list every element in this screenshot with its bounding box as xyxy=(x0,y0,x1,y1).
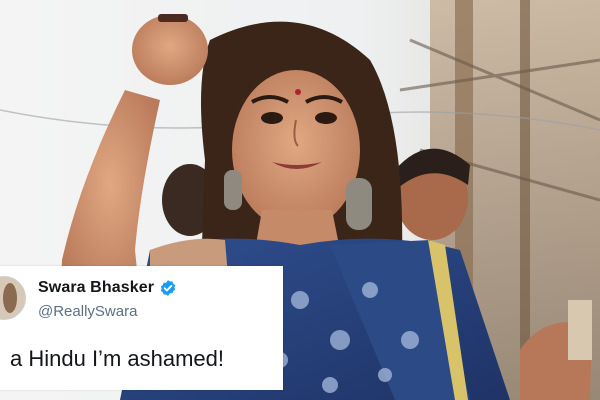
tweet-author-name[interactable]: Swara Bhasker xyxy=(38,279,154,297)
tweet-card: Swara Bhasker @ReallySwara a Hindu I’m a… xyxy=(0,266,283,390)
verified-badge-icon xyxy=(159,279,177,297)
tweet-author-row: Swara Bhasker xyxy=(38,279,177,297)
profile-avatar[interactable] xyxy=(0,276,26,320)
tweet-author-handle[interactable]: @ReallySwara xyxy=(38,303,137,320)
tweet-text: a Hindu I’m ashamed! xyxy=(10,346,224,371)
